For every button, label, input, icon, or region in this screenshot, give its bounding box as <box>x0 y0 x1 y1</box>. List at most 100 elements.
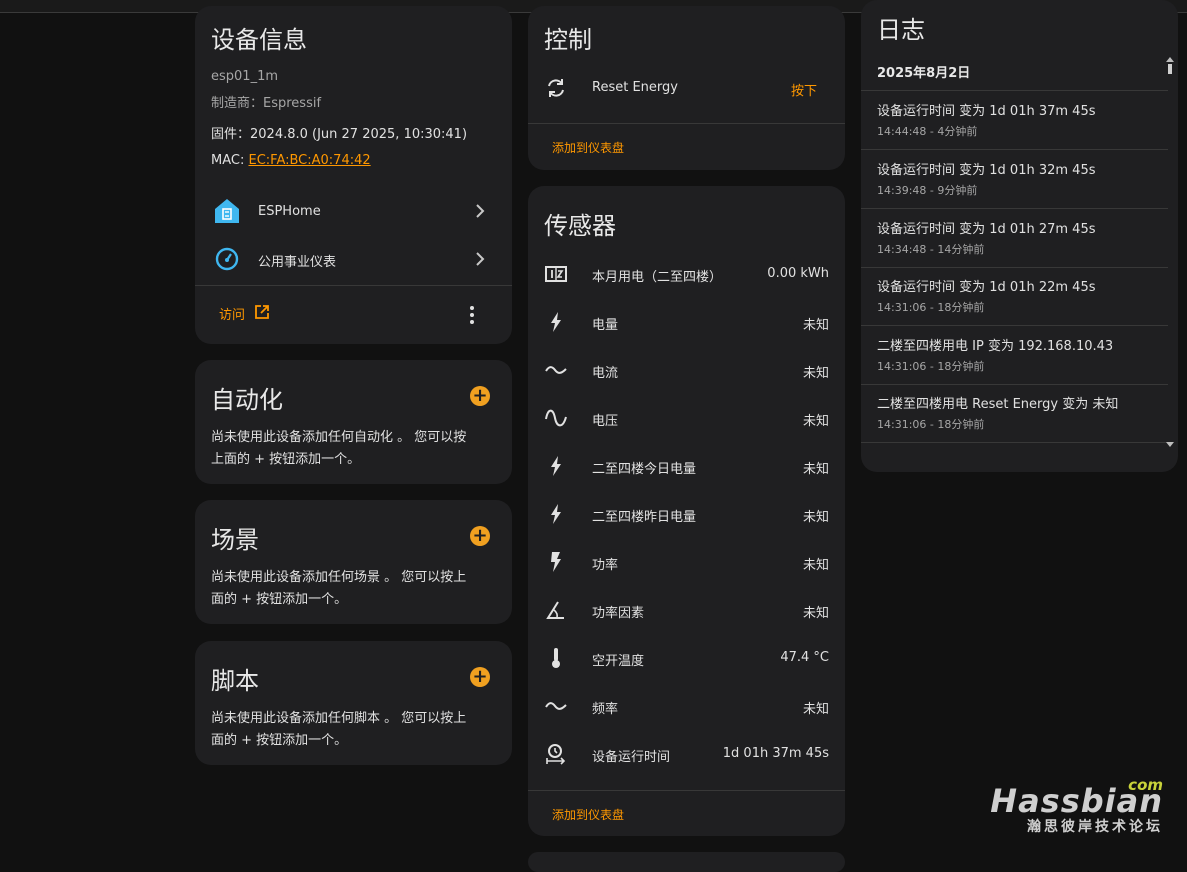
device-manufacturer: 制造商：Espressif <box>211 96 322 111</box>
log-time: 14:31:06 - 18分钟前 <box>877 418 985 431</box>
visit-label: 访问 <box>219 308 246 323</box>
card-title: 场景 <box>211 526 259 554</box>
counter-icon <box>545 266 567 282</box>
log-entry[interactable]: 设备运行时间 变为 1d 01h 37m 45s 14:44:48 - 4分钟前 <box>861 91 1168 150</box>
integration-utility-meter[interactable]: 公用事业仪表 <box>195 237 512 281</box>
sensor-value: 1d 01h 37m 45s <box>722 746 829 761</box>
add-to-dashboard-button[interactable]: 添加到仪表盘 <box>552 139 624 156</box>
chevron-right-icon <box>476 252 485 266</box>
log-entry[interactable]: 二楼至四楼用电 IP 变为 192.168.10.43 14:31:06 - 1… <box>861 326 1168 385</box>
sensor-name: 空开温度 <box>592 654 645 669</box>
visit-button[interactable]: 访问 <box>211 302 281 326</box>
device-model: esp01_1m <box>211 69 278 84</box>
mac-link[interactable]: EC:FA:BC:A0:74:42 <box>248 153 370 168</box>
sensor-value: 未知 <box>802 606 829 621</box>
sensor-value: 未知 <box>802 414 829 429</box>
sensor-value: 47.4 °C <box>780 650 829 665</box>
sensors-card: 传感器 本月用电（二至四楼） 0.00 kWh 电量 未知 电流 未知 电压 未… <box>528 186 845 836</box>
open-in-new-icon <box>255 305 269 319</box>
lightning-icon <box>551 312 561 332</box>
add-scene-button[interactable]: + <box>470 526 490 546</box>
integration-esphome[interactable]: ESPHome <box>195 189 512 233</box>
integration-label: ESPHome <box>258 204 321 219</box>
press-button[interactable]: 按下 <box>791 80 817 99</box>
more-vertical-icon[interactable] <box>464 305 480 325</box>
card-title: 控制 <box>544 26 592 54</box>
controls-card: 控制 Reset Energy 按下 添加到仪表盘 <box>528 6 845 170</box>
add-script-button[interactable]: + <box>470 667 490 687</box>
integration-label: 公用事业仪表 <box>258 255 337 270</box>
log-entry[interactable]: 设备运行时间 变为 1d 01h 32m 45s 14:39:48 - 9分钟前 <box>861 150 1168 209</box>
sensor-name: 电压 <box>592 414 619 429</box>
angle-icon <box>546 601 564 619</box>
control-name: Reset Energy <box>592 80 678 95</box>
card-title: 脚本 <box>211 667 259 695</box>
card-title: 自动化 <box>211 386 283 414</box>
sensor-name: 本月用电（二至四楼） <box>592 270 723 285</box>
card-title: 设备信息 <box>211 26 307 54</box>
esphome-icon <box>215 199 239 223</box>
scene-card: 场景 + 尚未使用此设备添加任何场景 。 您可以按上 面的 + 按钮添加一个。 <box>195 500 512 624</box>
log-message: 二楼至四楼用电 IP 变为 192.168.10.43 <box>877 339 1114 354</box>
sensor-name: 设备运行时间 <box>592 750 671 765</box>
sensor-value: 未知 <box>802 366 829 381</box>
device-mac: MAC: EC:FA:BC:A0:74:42 <box>211 153 371 168</box>
log-time: 14:31:06 - 18分钟前 <box>877 301 985 314</box>
timer-icon <box>546 744 566 765</box>
automation-description-line1: 尚未使用此设备添加任何自动化 。 您可以按 <box>211 430 467 445</box>
watermark-com: com <box>1128 776 1163 794</box>
add-to-dashboard-button[interactable]: 添加到仪表盘 <box>552 806 624 823</box>
script-description-line2: 面的 + 按钮添加一个。 <box>211 733 348 748</box>
sensor-value: 未知 <box>802 510 829 525</box>
log-time: 14:39:48 - 9分钟前 <box>877 184 978 197</box>
scrollbar-thumb[interactable] <box>1168 64 1172 74</box>
logbook-scrollbar[interactable] <box>1166 56 1174 448</box>
log-time: 14:44:48 - 4分钟前 <box>877 125 978 138</box>
next-card-edge <box>528 852 845 872</box>
script-card: 脚本 + 尚未使用此设备添加任何脚本 。 您可以按上 面的 + 按钮添加一个。 <box>195 641 512 765</box>
log-entry[interactable]: 设备运行时间 变为 1d 01h 27m 45s 14:34:48 - 14分钟… <box>861 209 1168 268</box>
log-message: 设备运行时间 变为 1d 01h 27m 45s <box>877 222 1096 237</box>
log-message: 设备运行时间 变为 1d 01h 32m 45s <box>877 163 1096 178</box>
card-title: 传感器 <box>544 212 616 240</box>
log-message: 二楼至四楼用电 Reset Energy 变为 未知 <box>877 397 1119 412</box>
lightning-icon <box>551 504 561 524</box>
logbook-card: 日志 2025年8月2日 设备运行时间 变为 1d 01h 37m 45s 14… <box>861 0 1178 472</box>
add-automation-button[interactable]: + <box>470 386 490 406</box>
sensor-value: 未知 <box>802 702 829 717</box>
sensor-value: 未知 <box>802 558 829 573</box>
device-firmware: 固件：2024.8.0 (Jun 27 2025, 10:30:41) <box>211 127 468 142</box>
log-entry[interactable]: 设备运行时间 变为 1d 01h 22m 45s 14:31:06 - 18分钟… <box>861 267 1168 326</box>
scroll-down-icon[interactable] <box>1166 442 1174 448</box>
sensor-value: 0.00 kWh <box>767 266 829 281</box>
scene-description-line1: 尚未使用此设备添加任何场景 。 您可以按上 <box>211 570 467 585</box>
restart-icon <box>548 79 564 97</box>
utility-meter-icon <box>215 247 239 271</box>
current-ac-icon <box>545 366 567 374</box>
log-message: 设备运行时间 变为 1d 01h 22m 45s <box>877 280 1096 295</box>
mac-label: MAC: <box>211 153 249 168</box>
device-info-card: 设备信息 esp01_1m 制造商：Espressif 固件：2024.8.0 … <box>195 6 512 344</box>
sensor-name: 功率因素 <box>592 606 645 621</box>
automation-description-line2: 上面的 + 按钮添加一个。 <box>211 452 361 467</box>
sensor-name: 二至四楼昨日电量 <box>592 510 697 525</box>
sensor-value: 未知 <box>802 318 829 333</box>
sensor-name: 二至四楼今日电量 <box>592 462 697 477</box>
chevron-right-icon <box>476 204 485 218</box>
automation-card: 自动化 + 尚未使用此设备添加任何自动化 。 您可以按 上面的 + 按钮添加一个… <box>195 360 512 484</box>
divider <box>195 285 512 286</box>
lightning-icon <box>551 456 561 476</box>
sensor-value: 未知 <box>802 462 829 477</box>
sensor-name: 功率 <box>592 558 619 573</box>
script-description-line1: 尚未使用此设备添加任何脚本 。 您可以按上 <box>211 711 467 726</box>
log-message: 设备运行时间 变为 1d 01h 37m 45s <box>877 104 1096 119</box>
sensor-name: 频率 <box>592 702 619 717</box>
log-entry[interactable]: 二楼至四楼用电 Reset Energy 变为 未知 14:31:06 - 18… <box>861 384 1168 443</box>
current-ac-icon <box>545 702 567 710</box>
sensor-name: 电量 <box>592 318 619 333</box>
log-time: 14:34:48 - 14分钟前 <box>877 243 985 256</box>
logbook-date: 2025年8月2日 <box>877 66 971 81</box>
scroll-up-icon[interactable] <box>1166 56 1174 62</box>
flash-icon <box>551 552 561 572</box>
scene-description-line2: 面的 + 按钮添加一个。 <box>211 592 348 607</box>
